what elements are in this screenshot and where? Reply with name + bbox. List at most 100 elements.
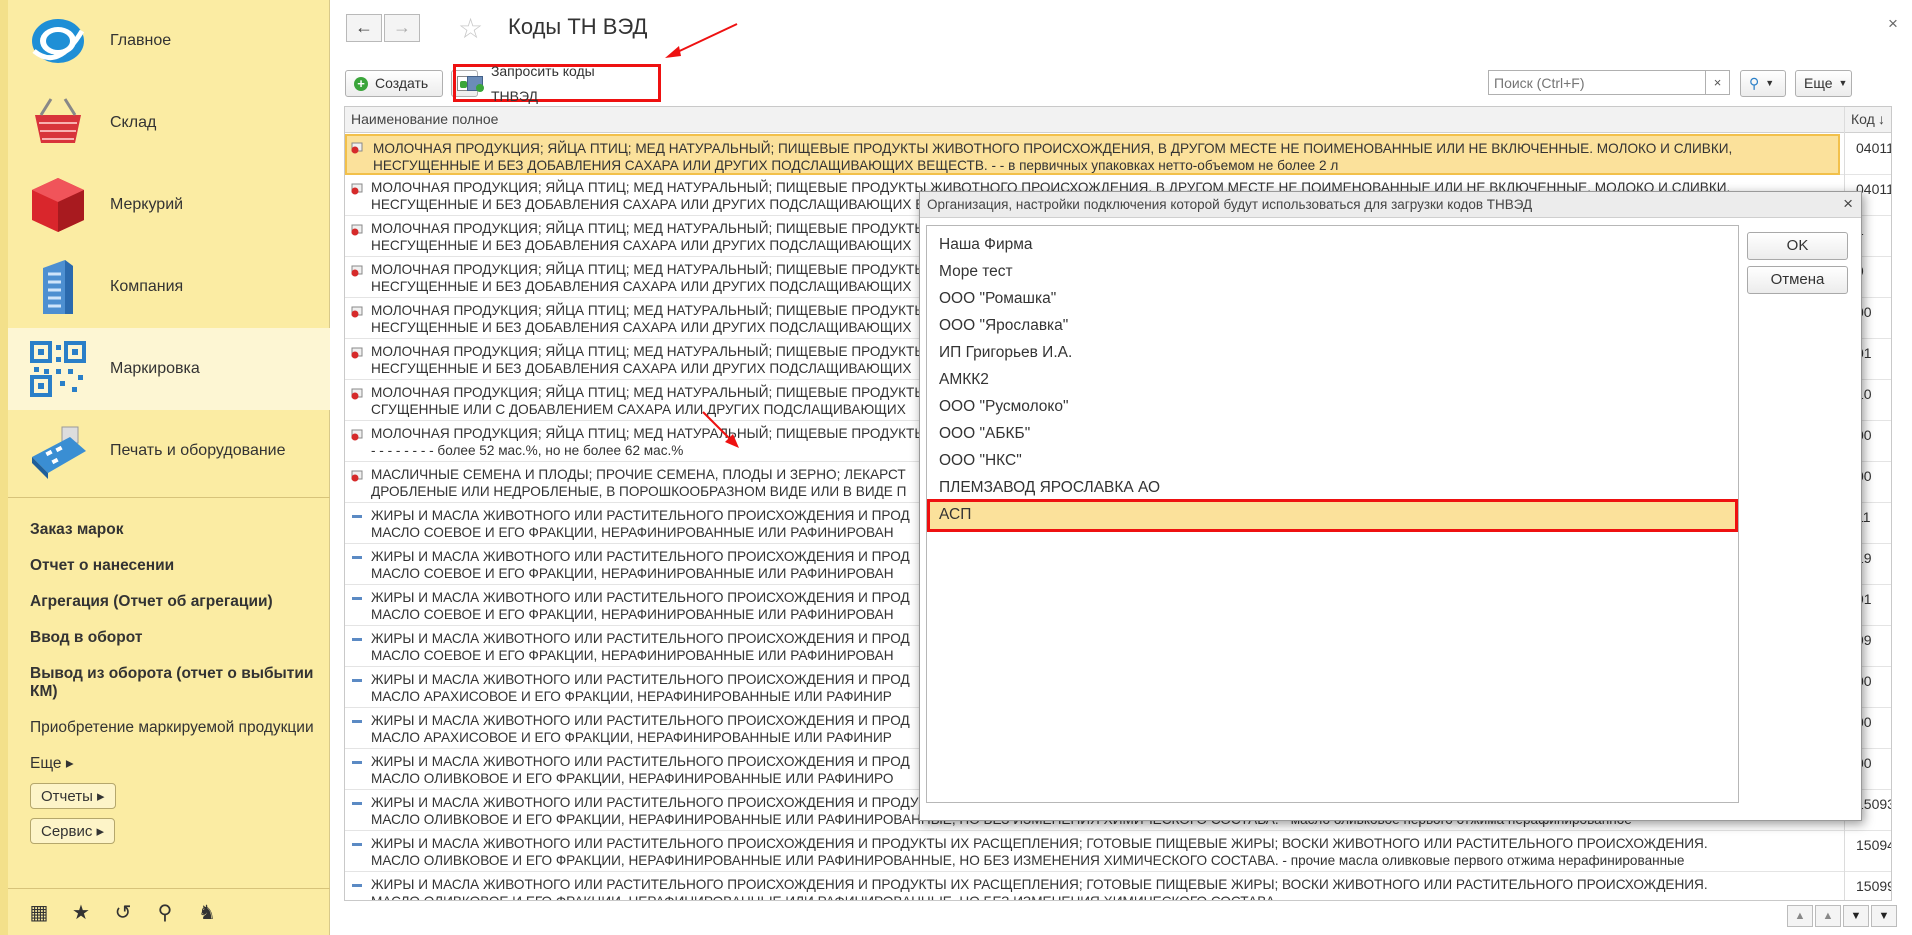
item-dash-icon [351,675,363,687]
close-icon[interactable]: × [1843,194,1853,214]
chevron-down-icon: ▼ [1765,78,1775,88]
header-code-label: Код [1851,111,1875,127]
cell-code: 0401101000 [1856,140,1892,156]
header-name[interactable]: Наименование полное [345,107,1844,133]
marked-item-icon [351,429,363,441]
cell-code: 1509900000 [1856,878,1892,894]
scroll-down-icon[interactable]: ▼ [1843,905,1869,927]
marked-item-icon [351,347,363,359]
globe-icon [26,9,90,73]
search-options-button[interactable]: ⚲ ▼ [1740,70,1786,97]
cancel-button[interactable]: Отмена [1747,266,1848,294]
arrow-annotation-icon [665,23,738,58]
table-row[interactable]: ЖИРЫ И МАСЛА ЖИВОТНОГО ИЛИ РАСТИТЕЛЬНОГО… [345,872,1892,900]
marked-item-icon [351,183,363,195]
chevron-down-icon: ▼ [1838,78,1848,88]
page-title: Коды ТН ВЭД [508,14,648,39]
cube-icon [26,173,90,237]
create-button[interactable]: + Создать [345,70,443,97]
pos-terminal-icon [26,419,90,483]
item-dash-icon [351,634,363,646]
marked-item-icon [351,265,363,277]
section-company-label: Компания [110,278,184,295]
reports-button[interactable]: Отчеты ▸ [30,783,116,809]
sidebar: Главное Склад Меркурий Компания Маркиров… [0,0,330,935]
section-mercury[interactable]: Меркурий [8,164,330,246]
link-withdrawal[interactable]: Вывод из оборота (отчет о выбытии КМ) [30,665,330,701]
link-aggregation[interactable]: Агрегация (Отчет об агрегации) [30,593,273,611]
ok-button[interactable]: OK [1747,232,1848,260]
scroll-controls: ▲ ▲ ▼ ▼ [1787,905,1899,927]
cell-name: ЖИРЫ И МАСЛА ЖИВОТНОГО ИЛИ РАСТИТЕЛЬНОГО… [371,836,1708,868]
cell-name: ЖИРЫ И МАСЛА ЖИВОТНОГО ИЛИ РАСТИТЕЛЬНОГО… [371,877,1708,900]
request-codes-button[interactable]: Запросить коды ТНВЭД [459,63,653,104]
section-marking-label: Маркировка [110,360,200,377]
section-mercury-label: Меркурий [110,196,184,213]
sidebar-bottom-divider [8,888,330,889]
item-dash-icon [351,716,363,728]
item-dash-icon [351,839,363,851]
organization-dialog: Организация, настройки подключения котор… [919,191,1862,821]
marked-item-icon [351,470,363,482]
section-print[interactable]: Печать и оборудование [8,410,330,492]
item-dash-icon [351,757,363,769]
cell-name: МОЛОЧНАЯ ПРОДУКЦИЯ; ЯЙЦА ПТИЦ; МЕД НАТУР… [345,134,1840,175]
section-warehouse-label: Склад [110,114,157,131]
sidebar-bottom-bar: ▦ ★ ↺ ⚲ ♞ [8,890,330,935]
link-purchase-marked-products[interactable]: Приобретение маркируемой продукции [30,719,314,737]
back-button[interactable]: ← [346,14,382,42]
database-icon [467,76,484,92]
more-button-label: Еще [1804,75,1833,91]
scroll-bottom-icon[interactable]: ▼ [1871,905,1897,927]
service-button[interactable]: Сервис ▸ [30,818,116,844]
link-application-report[interactable]: Отчет о нанесении [30,557,174,575]
star-icon[interactable]: ★ [70,900,92,925]
marked-item-icon [351,306,363,318]
item-dash-icon [351,880,363,892]
marked-item-icon [351,142,363,154]
link-more[interactable]: Еще ▸ [30,754,74,773]
more-button[interactable]: Еще ▼ [1795,70,1852,97]
item-dash-icon [351,593,363,605]
table-row[interactable]: МОЛОЧНАЯ ПРОДУКЦИЯ; ЯЙЦА ПТИЦ; МЕД НАТУР… [345,134,1891,175]
search-input[interactable] [1488,70,1706,95]
item-dash-icon [351,511,363,523]
search-icon[interactable]: ⚲ [154,900,176,925]
sidebar-edge [0,0,8,935]
basket-icon [26,91,90,155]
item-dash-icon [351,798,363,810]
section-main-label: Главное [110,32,172,49]
create-button-label: Создать [375,75,429,91]
plus-icon: + [354,76,368,91]
section-main[interactable]: Главное [8,0,330,82]
organization-item[interactable]: АСП [927,499,1738,532]
bell-icon[interactable]: ♞ [196,900,218,925]
qr-code-icon [26,337,90,401]
table-row[interactable]: ЖИРЫ И МАСЛА ЖИВОТНОГО ИЛИ РАСТИТЕЛЬНОГО… [345,831,1891,872]
close-window-icon[interactable]: × [1888,14,1898,34]
building-icon [26,255,90,319]
request-codes-label: Запросить коды ТНВЭД [490,62,595,104]
forward-button[interactable]: → [384,14,420,42]
arrow-annotation-icon [702,411,739,448]
search-clear-button[interactable]: × [1706,70,1730,95]
sort-arrow-icon: ↓ [1878,111,1885,127]
dialog-title: Организация, настройки подключения котор… [927,197,1533,212]
search-icon: ⚲ [1749,75,1760,91]
link-put-into-circulation[interactable]: Ввод в оборот [30,629,142,647]
organization-list: Наша Фирма Море тест ООО "Ромашка" ООО "Яро… [926,225,1739,803]
link-order-marks[interactable]: Заказ марок [30,521,123,539]
section-warehouse[interactable]: Склад [8,82,330,164]
history-icon[interactable]: ↺ [112,900,134,925]
marked-item-icon [351,388,363,400]
apps-grid-icon[interactable]: ▦ [28,900,50,925]
sidebar-divider [8,497,330,498]
section-company[interactable]: Компания [8,246,330,328]
section-marking[interactable]: Маркировка [8,328,330,410]
section-print-label: Печать и оборудование [110,442,286,459]
item-dash-icon [351,552,363,564]
scroll-up-icon[interactable]: ▲ [1815,905,1841,927]
header-code[interactable]: Код ↓ [1844,107,1891,133]
scroll-top-icon[interactable]: ▲ [1787,905,1813,927]
favorite-star-icon[interactable]: ☆ [458,12,483,45]
